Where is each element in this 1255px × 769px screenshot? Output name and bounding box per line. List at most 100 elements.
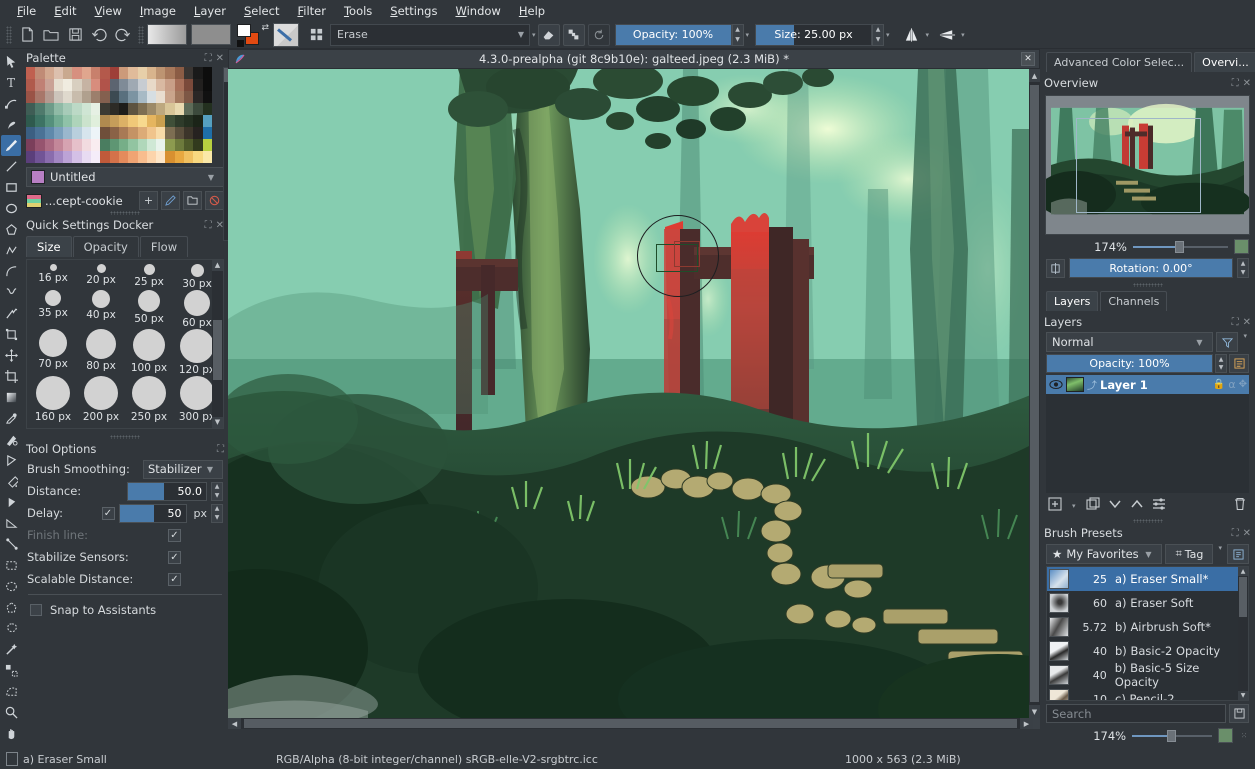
- palette-swatch[interactable]: [156, 115, 166, 127]
- delete-forbidden-icon[interactable]: [205, 191, 224, 210]
- palette-swatch[interactable]: [35, 103, 45, 115]
- new-document-icon[interactable]: [15, 23, 39, 47]
- chevron-down-icon[interactable]: ▼: [518, 30, 524, 39]
- palette-swatch[interactable]: [137, 67, 147, 79]
- foreground-color-swatch[interactable]: [237, 23, 251, 37]
- palette-swatch[interactable]: [118, 127, 129, 139]
- palette-swatch[interactable]: [100, 139, 110, 151]
- palette-swatch[interactable]: [174, 103, 185, 115]
- palette-swatch[interactable]: [146, 91, 157, 103]
- filter-options-chevron-icon[interactable]: ▾: [1241, 332, 1249, 352]
- palette-swatch[interactable]: [81, 139, 92, 151]
- menu-filter[interactable]: Filter: [288, 2, 334, 20]
- brush-size-cell[interactable]: 20 px: [77, 264, 125, 290]
- palette-swatch[interactable]: [165, 115, 175, 127]
- chevron-down-icon[interactable]: ▼: [207, 465, 213, 474]
- brush-size-grid[interactable]: 16 px 20 px 25 px 30 px 35 px 40 px 50 px 60 px…: [27, 260, 223, 427]
- canvas-vertical-scrollbar[interactable]: ▲ ▼: [1029, 69, 1040, 718]
- move-tool[interactable]: [1, 345, 21, 366]
- palette-swatch[interactable]: [109, 79, 119, 91]
- close-docker-icon[interactable]: ✕: [1243, 317, 1251, 328]
- freehand-path-tool[interactable]: [1, 282, 21, 303]
- palette-swatch[interactable]: [156, 151, 166, 163]
- palette-swatch[interactable]: [26, 103, 36, 115]
- palette-swatch[interactable]: [118, 151, 129, 163]
- layer-name[interactable]: Layer 1: [1100, 378, 1210, 392]
- menu-edit[interactable]: Edit: [45, 2, 85, 20]
- palette-swatch[interactable]: [63, 79, 73, 91]
- palette-swatch[interactable]: [146, 103, 157, 115]
- palette-swatch[interactable]: [109, 151, 119, 163]
- chevron-down-icon[interactable]: ▼: [1196, 338, 1202, 347]
- brush-preset-selector[interactable]: Erase ▼: [330, 23, 530, 46]
- palette-swatch[interactable]: [193, 127, 203, 139]
- palette-swatch[interactable]: [118, 103, 129, 115]
- undo-icon[interactable]: [87, 23, 111, 47]
- onion-skin-icon[interactable]: ✥: [1239, 379, 1247, 390]
- polygonal-select-tool[interactable]: [1, 597, 21, 618]
- reload-preset-icon[interactable]: [587, 23, 610, 46]
- palette-swatch[interactable]: [174, 127, 185, 139]
- palette-swatch[interactable]: [91, 67, 101, 79]
- palette-swatch[interactable]: [184, 103, 194, 115]
- palette-swatch[interactable]: [44, 139, 54, 151]
- size-grid-scrollbar[interactable]: ▲ ▼: [212, 260, 223, 428]
- scroll-up-icon[interactable]: ▲: [1238, 567, 1248, 576]
- palette-swatch[interactable]: [26, 127, 36, 139]
- palette-swatch[interactable]: [35, 79, 45, 91]
- tool-option-checkbox[interactable]: ✓: [168, 572, 181, 586]
- palette-swatch[interactable]: [193, 103, 203, 115]
- canvas-view[interactable]: ◀ ▶: [228, 69, 1040, 729]
- status-zoom-knob[interactable]: [1167, 729, 1177, 742]
- palette-swatch[interactable]: [44, 115, 54, 127]
- canvas-horizontal-scrollbar[interactable]: ◀ ▶: [228, 718, 1033, 729]
- palette-swatch[interactable]: [184, 127, 194, 139]
- palette-swatch[interactable]: [63, 127, 73, 139]
- palette-swatch[interactable]: [165, 67, 175, 79]
- color-sampler-tool[interactable]: [1, 408, 21, 429]
- menu-select[interactable]: Select: [235, 2, 289, 20]
- list-item[interactable]: 10 c) Pencil-2: [1047, 687, 1248, 700]
- save-icon[interactable]: [63, 23, 87, 47]
- reset-rotation-icon[interactable]: [1046, 258, 1065, 278]
- search-input[interactable]: Search: [1046, 704, 1226, 723]
- palette-swatch[interactable]: [156, 79, 166, 91]
- measure-tool[interactable]: [1, 513, 21, 534]
- delay-checkbox[interactable]: ✓: [101, 506, 115, 520]
- dock-splitter-handle[interactable]: [110, 211, 140, 215]
- palette-swatch[interactable]: [137, 115, 147, 127]
- palette-swatch[interactable]: [165, 151, 175, 163]
- palette-swatch[interactable]: [63, 139, 73, 151]
- float-docker-icon[interactable]: ⛶: [1232, 528, 1239, 539]
- eye-icon[interactable]: [1048, 379, 1063, 390]
- scroll-down-icon[interactable]: ▼: [1238, 691, 1248, 700]
- gradient-tool[interactable]: [1, 387, 21, 408]
- preset-history-chevron-icon[interactable]: ▾: [530, 31, 538, 39]
- palette-swatch[interactable]: [53, 115, 64, 127]
- right-dock-tab-1[interactable]: Overvi...: [1194, 52, 1255, 72]
- tab-channels[interactable]: Channels: [1100, 291, 1168, 311]
- layer-properties-slider-icon[interactable]: [1152, 497, 1166, 514]
- palette-swatch[interactable]: [146, 127, 157, 139]
- palette-swatch[interactable]: [26, 91, 36, 103]
- mirror-horizontal-icon[interactable]: [900, 23, 924, 47]
- palette-swatch[interactable]: [146, 115, 157, 127]
- chevron-down-icon[interactable]: ▼: [208, 173, 214, 182]
- smart-patch-tool[interactable]: [1, 450, 21, 471]
- snap-to-assistants-row[interactable]: Snap to Assistants: [22, 599, 228, 621]
- palette-swatch[interactable]: [91, 91, 101, 103]
- close-tab-icon[interactable]: ✕: [1021, 52, 1035, 66]
- palette-swatch[interactable]: [44, 151, 54, 163]
- toolbar-grip[interactable]: [6, 25, 12, 44]
- palette-swatch[interactable]: [137, 139, 147, 151]
- menu-layer[interactable]: Layer: [185, 2, 235, 20]
- text-tool[interactable]: T: [1, 72, 21, 93]
- palette-swatch[interactable]: [35, 67, 45, 79]
- tool-option-checkbox[interactable]: ✓: [168, 550, 181, 564]
- palette-swatch[interactable]: [184, 139, 194, 151]
- dynamic-brush-tool[interactable]: [1, 303, 21, 324]
- mirror-h-options-chevron-icon[interactable]: ▾: [924, 31, 932, 39]
- add-layer-chevron-icon[interactable]: ▾: [1070, 502, 1078, 510]
- brush-list-scrollbar[interactable]: ▲ ▼: [1238, 567, 1248, 700]
- freehand-brush-tool[interactable]: [1, 135, 21, 156]
